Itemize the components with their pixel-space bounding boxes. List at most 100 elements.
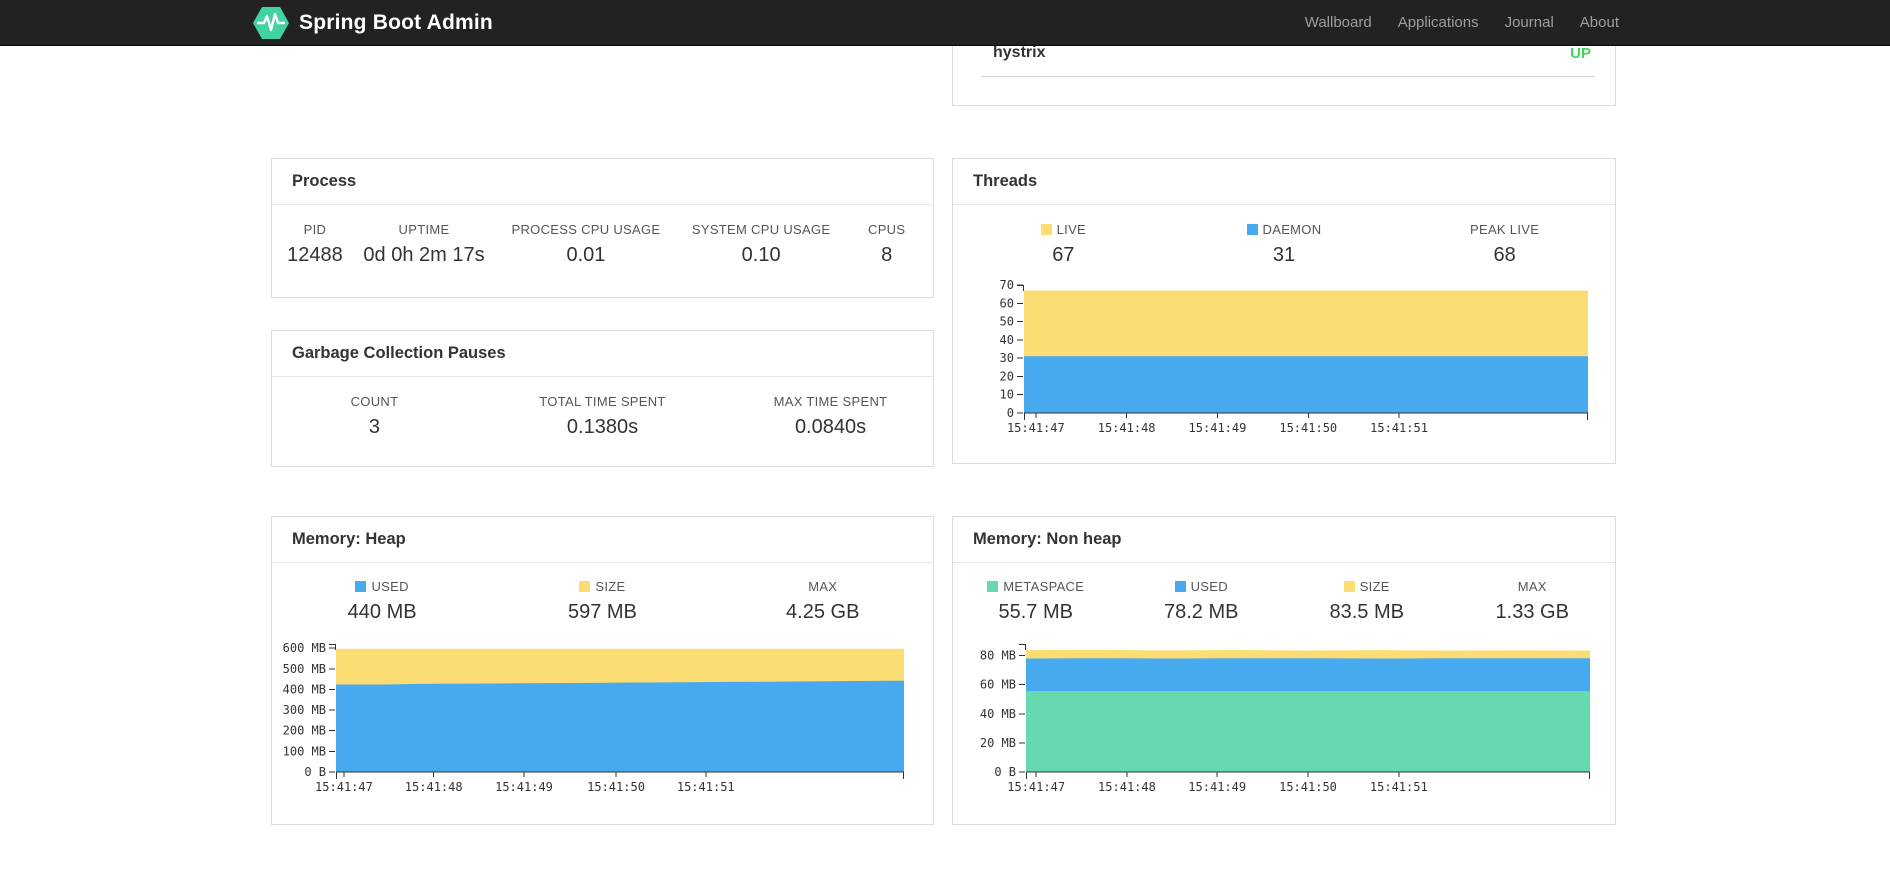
stat-max: MAX 4.25 GB: [713, 579, 933, 624]
stat-count: COUNT 3: [272, 394, 477, 439]
svg-text:100 MB: 100 MB: [283, 744, 326, 758]
threads-chart: 15:41:47 15:41:48 15:41:49 15:41:50 15:41:51…: [1000, 278, 1588, 435]
nav-item-about[interactable]: About: [1567, 14, 1632, 31]
svg-text:0 B: 0 B: [994, 765, 1016, 779]
live-legend-swatch: [1040, 224, 1052, 235]
card-title: Memory: Heap: [272, 517, 933, 563]
stat-value: 78.2 MB: [1164, 601, 1239, 623]
navbar: Spring Boot Admin Wallboard Applications…: [0, 0, 1890, 46]
svg-text:15:41:47: 15:41:47: [1007, 780, 1065, 794]
brand-link[interactable]: Spring Boot Admin: [253, 6, 493, 40]
svg-text:60: 60: [1000, 296, 1014, 310]
svg-text:200 MB: 200 MB: [283, 724, 326, 738]
status-badge: UP: [1570, 44, 1591, 62]
nav-item-applications[interactable]: Applications: [1385, 14, 1492, 31]
stat-value: 3: [368, 416, 381, 438]
nav-item-journal[interactable]: Journal: [1492, 14, 1567, 31]
stat-value: 597 MB: [567, 601, 637, 623]
page: Spring Boot Admin Wallboard Applications…: [0, 0, 1890, 892]
svg-text:15:41:51: 15:41:51: [1370, 421, 1428, 435]
svg-text:0: 0: [1007, 406, 1014, 420]
svg-text:600 MB: 600 MB: [283, 641, 326, 655]
nav-item-wallboard[interactable]: Wallboard: [1292, 14, 1385, 31]
size-legend-swatch: [1343, 581, 1355, 592]
process-card: Process PID 12488 UPTIME 0d 0h 2m 17s PR…: [271, 158, 934, 298]
svg-text:15:41:50: 15:41:50: [1279, 780, 1337, 794]
svg-text:30: 30: [1000, 351, 1014, 365]
stat-label: PROCESS CPU USAGE: [511, 222, 661, 237]
stat-label: MAX: [1517, 579, 1547, 594]
stat-size: SIZE 83.5 MB: [1284, 579, 1450, 624]
heap-legend: USED 440 MB SIZE 597 MB MAX 4.25 GB: [272, 563, 933, 624]
stat-metaspace: METASPACE 55.7 MB: [953, 579, 1119, 624]
stat-value: 0.1380s: [566, 416, 639, 438]
svg-text:15:41:49: 15:41:49: [1189, 421, 1247, 435]
memory-nonheap-card: Memory: Non heap METASPACE 55.7 MB USED …: [952, 516, 1616, 825]
stat-max-time-spent: MAX TIME SPENT 0.0840s: [728, 394, 933, 439]
application-name[interactable]: hystrix: [981, 44, 1045, 62]
stat-label: TOTAL TIME SPENT: [539, 394, 666, 409]
stat-label: PEAK LIVE: [1470, 222, 1540, 237]
stat-label: LIVE: [953, 222, 1174, 237]
svg-text:40 MB: 40 MB: [980, 707, 1016, 721]
stat-label: MAX TIME SPENT: [773, 394, 888, 409]
card-title: Memory: Non heap: [953, 517, 1615, 563]
stat-uptime: UPTIME 0d 0h 2m 17s: [358, 222, 490, 267]
stat-value: 55.7 MB: [998, 601, 1073, 623]
gc-stats: COUNT 3 TOTAL TIME SPENT 0.1380s MAX TIM…: [272, 377, 933, 439]
svg-text:50: 50: [1000, 315, 1014, 329]
stat-process-cpu-usage: PROCESS CPU USAGE 0.01: [490, 222, 682, 267]
svg-text:15:41:50: 15:41:50: [1279, 421, 1337, 435]
daemon-legend-swatch: [1246, 224, 1258, 235]
card-title: Threads: [953, 159, 1615, 205]
navbar-menu: Wallboard Applications Journal About: [1292, 14, 1890, 31]
svg-text:70: 70: [1000, 278, 1014, 292]
svg-text:20: 20: [1000, 369, 1014, 383]
used-legend-swatch: [1174, 581, 1186, 592]
svg-text:400 MB: 400 MB: [283, 682, 326, 696]
stat-value: 0.0840s: [794, 416, 867, 438]
svg-text:20 MB: 20 MB: [980, 736, 1016, 750]
stat-value: 12488: [287, 244, 343, 266]
garbage-collection-card: Garbage Collection Pauses COUNT 3 TOTAL …: [271, 330, 934, 467]
svg-text:15:41:51: 15:41:51: [677, 780, 735, 794]
stat-cpus: CPUS 8: [840, 222, 933, 267]
size-legend-swatch: [579, 581, 591, 592]
svg-text:15:41:48: 15:41:48: [1098, 780, 1156, 794]
stat-label: SIZE: [1284, 579, 1450, 594]
stat-value: 1.33 GB: [1495, 601, 1569, 623]
svg-text:0 B: 0 B: [304, 765, 326, 779]
svg-text:300 MB: 300 MB: [283, 703, 326, 717]
stat-value: 67: [1052, 244, 1075, 266]
stat-value: 0.01: [566, 244, 606, 266]
stat-label: SYSTEM CPU USAGE: [691, 222, 831, 237]
stat-live: LIVE 67: [953, 222, 1174, 267]
stat-value: 8: [881, 244, 893, 266]
stat-label: METASPACE: [953, 579, 1119, 594]
stat-label: USED: [272, 579, 492, 594]
svg-text:15:41:47: 15:41:47: [1007, 421, 1065, 435]
pulse-hexagon-logo-icon: [253, 6, 289, 39]
process-stats: PID 12488 UPTIME 0d 0h 2m 17s PROCESS CP…: [272, 205, 933, 267]
brand-title: Spring Boot Admin: [299, 10, 493, 34]
svg-text:40: 40: [1000, 333, 1014, 347]
svg-text:10: 10: [1000, 388, 1014, 402]
svg-text:15:41:49: 15:41:49: [495, 780, 553, 794]
stat-label: UPTIME: [398, 222, 450, 237]
stat-system-cpu-usage: SYSTEM CPU USAGE 0.10: [682, 222, 841, 267]
stat-value: 83.5 MB: [1329, 601, 1404, 623]
stat-label: MAX: [808, 579, 838, 594]
stat-used: USED 78.2 MB: [1119, 579, 1285, 624]
stat-daemon: DAEMON 31: [1174, 222, 1395, 267]
svg-text:15:41:50: 15:41:50: [587, 780, 645, 794]
used-legend-swatch: [355, 581, 367, 592]
svg-text:15:41:51: 15:41:51: [1370, 780, 1428, 794]
stat-label: DAEMON: [1174, 222, 1395, 237]
stat-label: USED: [1119, 579, 1285, 594]
card-title: Process: [272, 159, 933, 205]
nonheap-memory-chart: 15:41:47 15:41:48 15:41:49 15:41:50 15:41:51…: [980, 644, 1590, 794]
nonheap-legend: METASPACE 55.7 MB USED 78.2 MB SIZE 83.5…: [953, 563, 1615, 624]
stat-peak-live: PEAK LIVE 68: [1394, 222, 1615, 267]
stat-value: 68: [1493, 244, 1516, 266]
svg-text:15:41:49: 15:41:49: [1188, 780, 1246, 794]
